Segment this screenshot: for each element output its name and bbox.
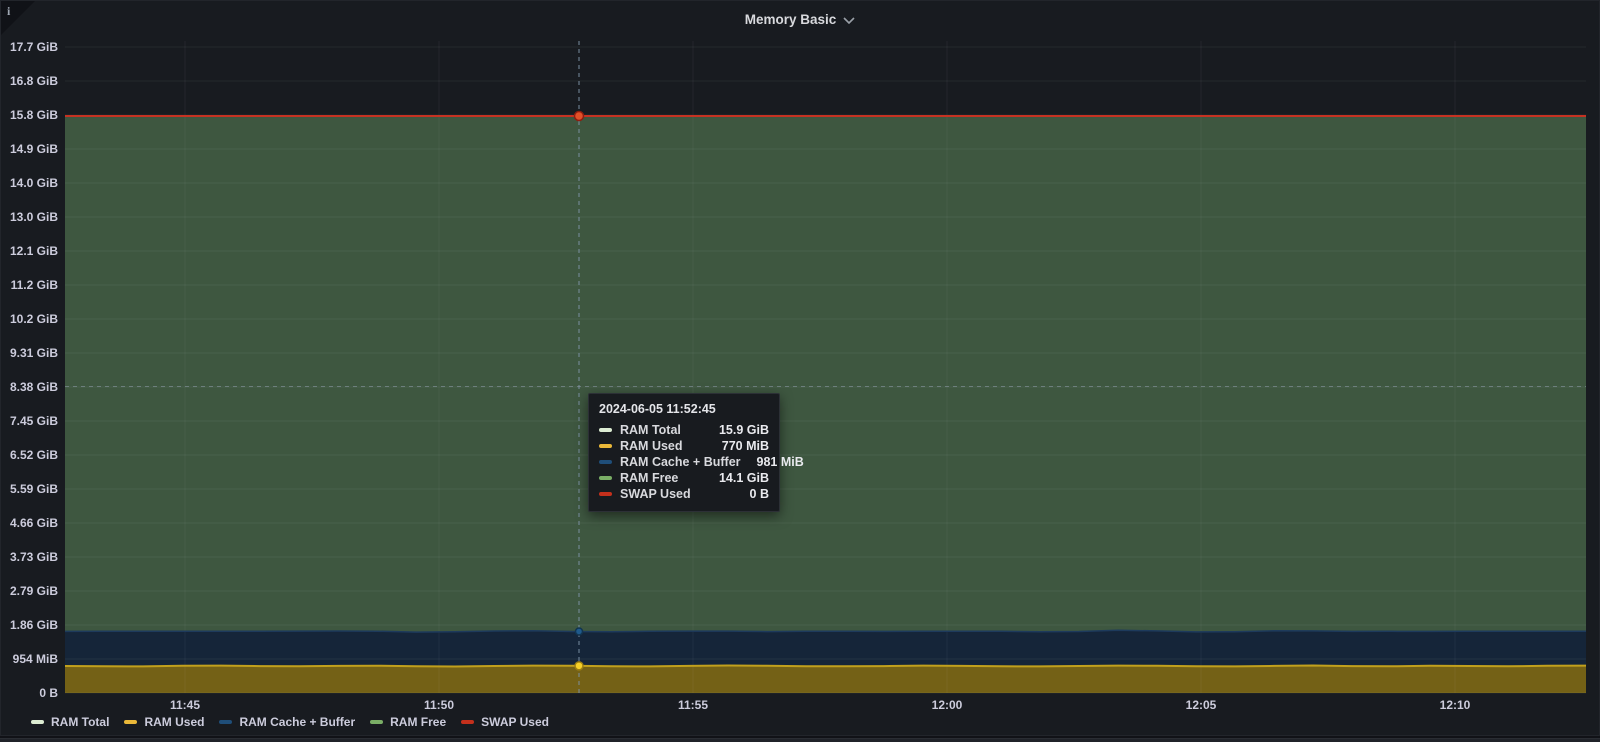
- y-tick-label: 5.59 GiB: [6, 482, 58, 496]
- y-tick-label: 15.8 GiB: [6, 108, 58, 122]
- tooltip-series-value: 14.1 GiB: [703, 471, 769, 485]
- next-panel-top-edge: [0, 738, 1600, 742]
- chart-plot-area[interactable]: 0 B 954 MiB 1.86 GiB 2.79 GiB 3.73 GiB 4.66 G…: [1, 1, 1599, 735]
- series-swatch: [599, 460, 612, 464]
- y-tick-label: 17.7 GiB: [6, 40, 58, 54]
- dashboard-page: i Memory Basic 0 B 954 MiB 1.86 GiB 2.79 Gi…: [0, 0, 1600, 742]
- legend-swatch: [219, 720, 232, 724]
- y-tick-label: 14.9 GiB: [6, 142, 58, 156]
- x-tick-label: 11:50: [404, 698, 474, 712]
- x-tick-label: 11:55: [658, 698, 728, 712]
- y-tick-label: 14.0 GiB: [6, 176, 58, 190]
- legend-label: RAM Used: [144, 715, 204, 729]
- tooltip-row: RAM Total 15.9 GiB: [599, 422, 769, 438]
- tooltip-series-value: 15.9 GiB: [703, 423, 769, 437]
- x-tick-label: 12:10: [1420, 698, 1490, 712]
- memory-basic-panel: i Memory Basic 0 B 954 MiB 1.86 GiB 2.79 Gi…: [0, 0, 1600, 736]
- y-tick-label: 8.38 GiB: [6, 380, 58, 394]
- tooltip-timestamp: 2024-06-05 11:52:45: [599, 402, 769, 416]
- legend-label: RAM Cache + Buffer: [239, 715, 355, 729]
- tooltip-rows: RAM Total15.9 GiBRAM Used770 MiBRAM Cach…: [599, 422, 769, 502]
- tooltip-row: RAM Used 770 MiB: [599, 438, 769, 454]
- legend-item-swap-used[interactable]: SWAP Used: [461, 715, 549, 729]
- tooltip-series-label: RAM Cache + Buffer: [620, 455, 741, 469]
- y-tick-label: 9.31 GiB: [6, 346, 58, 360]
- y-tick-label: 2.79 GiB: [6, 584, 58, 598]
- y-tick-label: 0 B: [6, 686, 58, 700]
- y-tick-label: 12.1 GiB: [6, 244, 58, 258]
- area-ram-cache: [65, 630, 1586, 666]
- chevron-down-icon: [843, 17, 855, 24]
- legend-item-ram-free[interactable]: RAM Free: [370, 715, 446, 729]
- series-swatch: [599, 492, 612, 496]
- chart-tooltip: 2024-06-05 11:52:45 RAM Total15.9 GiBRAM…: [588, 393, 780, 512]
- marker-ram-cache: [576, 628, 583, 635]
- y-tick-label: 4.66 GiB: [6, 516, 58, 530]
- y-tick-label: 10.2 GiB: [6, 312, 58, 326]
- marker-ram-used: [575, 662, 583, 670]
- legend-label: RAM Total: [51, 715, 109, 729]
- tooltip-series-value: 0 B: [734, 487, 769, 501]
- panel-header[interactable]: Memory Basic: [1, 1, 1599, 37]
- area-ram-used: [65, 666, 1586, 694]
- legend-swatch: [370, 720, 383, 724]
- line-ram-used: [65, 666, 1586, 667]
- series-swatch: [599, 428, 612, 432]
- y-tick-label: 3.73 GiB: [6, 550, 58, 564]
- y-tick-label: 16.8 GiB: [6, 74, 58, 88]
- y-tick-label: 7.45 GiB: [6, 414, 58, 428]
- info-icon: i: [7, 4, 10, 19]
- legend-item-ram-cache-buffer[interactable]: RAM Cache + Buffer: [219, 715, 355, 729]
- tooltip-row: SWAP Used 0 B: [599, 486, 769, 502]
- y-tick-label: 11.2 GiB: [6, 278, 58, 292]
- legend-item-ram-total[interactable]: RAM Total: [31, 715, 109, 729]
- legend-swatch: [124, 720, 137, 724]
- legend-swatch: [461, 720, 474, 724]
- tooltip-series-label: RAM Total: [620, 423, 681, 437]
- memory-chart[interactable]: [1, 1, 1600, 737]
- legend: RAM Total RAM Used RAM Cache + Buffer RAM F…: [31, 713, 549, 731]
- legend-label: RAM Free: [390, 715, 446, 729]
- y-tick-label: 954 MiB: [6, 652, 58, 666]
- y-tick-label: 13.0 GiB: [6, 210, 58, 224]
- legend-label: SWAP Used: [481, 715, 549, 729]
- series-swatch: [599, 476, 612, 480]
- y-tick-label: 6.52 GiB: [6, 448, 58, 462]
- panel-title: Memory Basic: [745, 12, 837, 27]
- tooltip-series-label: SWAP Used: [620, 487, 691, 501]
- series-swatch: [599, 444, 612, 448]
- panel-info-corner[interactable]: i: [1, 1, 35, 35]
- tooltip-row: RAM Free 14.1 GiB: [599, 470, 769, 486]
- tooltip-series-label: RAM Free: [620, 471, 678, 485]
- x-tick-label: 12:00: [912, 698, 982, 712]
- x-tick-label: 11:45: [150, 698, 220, 712]
- tooltip-series-value: 981 MiB: [741, 455, 804, 469]
- legend-item-ram-used[interactable]: RAM Used: [124, 715, 204, 729]
- y-tick-label: 1.86 GiB: [6, 618, 58, 632]
- tooltip-series-label: RAM Used: [620, 439, 683, 453]
- legend-swatch: [31, 720, 44, 724]
- area-ram-free: [65, 116, 1586, 632]
- tooltip-series-value: 770 MiB: [706, 439, 769, 453]
- marker-swap-used: [575, 112, 584, 121]
- x-tick-label: 12:05: [1166, 698, 1236, 712]
- tooltip-row: RAM Cache + Buffer981 MiB: [599, 454, 769, 470]
